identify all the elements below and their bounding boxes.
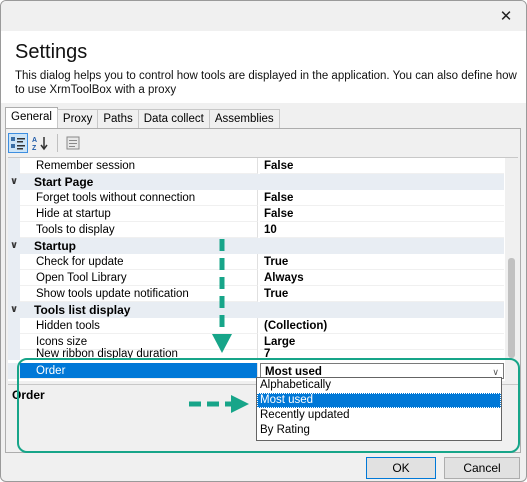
row-margin bbox=[8, 363, 20, 379]
property-name: Check for update bbox=[20, 254, 258, 270]
row-margin bbox=[8, 270, 20, 286]
title-bar: ✕ bbox=[1, 1, 526, 31]
property-row[interactable]: Open Tool Library Always bbox=[8, 270, 504, 286]
property-name: Hide at startup bbox=[20, 206, 258, 222]
property-row[interactable]: Forget tools without connection False bbox=[8, 190, 504, 206]
property-value[interactable]: False bbox=[260, 158, 504, 174]
property-pages-button[interactable] bbox=[63, 133, 83, 153]
property-value[interactable]: False bbox=[260, 206, 504, 222]
categorized-view-button[interactable] bbox=[8, 133, 28, 153]
categorized-view-icon bbox=[11, 137, 25, 150]
property-name: Open Tool Library bbox=[20, 270, 258, 286]
tab-proxy[interactable]: Proxy bbox=[56, 109, 99, 129]
alphabetical-sort-button[interactable]: A Z bbox=[31, 133, 51, 153]
property-value[interactable]: Always bbox=[260, 270, 504, 286]
grid-scrollbar[interactable] bbox=[505, 158, 518, 381]
property-value[interactable]: (Collection) bbox=[260, 318, 504, 334]
svg-text:Z: Z bbox=[32, 145, 37, 151]
dropdown-option-alphabetically[interactable]: Alphabetically bbox=[257, 378, 501, 393]
property-value[interactable]: False bbox=[260, 190, 504, 206]
row-margin: ∨ bbox=[8, 302, 20, 318]
row-margin: ∨ bbox=[8, 238, 20, 254]
property-row[interactable]: Hidden tools (Collection) bbox=[8, 318, 504, 334]
tab-paths[interactable]: Paths bbox=[97, 109, 139, 129]
sort-az-icon: A Z bbox=[32, 137, 48, 151]
category-start-page[interactable]: ∨ Start Page bbox=[8, 174, 504, 190]
property-row[interactable]: Tools to display 10 bbox=[8, 222, 504, 238]
chevron-down-icon[interactable]: ∨ bbox=[10, 302, 18, 318]
ok-button[interactable]: OK bbox=[366, 457, 436, 479]
scrollbar-thumb[interactable] bbox=[508, 258, 515, 358]
svg-text:A: A bbox=[32, 137, 37, 144]
dialog-header: Settings This dialog helps you to contro… bbox=[1, 31, 526, 103]
chevron-down-icon[interactable]: ∨ bbox=[10, 238, 18, 254]
settings-window: ✕ Settings This dialog helps you to cont… bbox=[0, 0, 527, 482]
property-row[interactable]: New ribbon display duration 7 bbox=[8, 348, 504, 360]
property-pages-icon bbox=[66, 136, 80, 150]
property-name: Forget tools without connection bbox=[20, 190, 258, 206]
tab-strip: General Proxy Paths Data collect Assembl… bbox=[5, 107, 280, 129]
cancel-button[interactable]: Cancel bbox=[444, 457, 520, 479]
row-margin bbox=[8, 158, 20, 174]
category-startup[interactable]: ∨ Startup bbox=[8, 238, 504, 254]
category-label: Tools list display bbox=[20, 302, 504, 318]
row-margin bbox=[8, 348, 20, 360]
dialog-description: This dialog helps you to control how too… bbox=[15, 70, 517, 96]
order-dropdown-list[interactable]: Alphabetically Most used Recently update… bbox=[256, 377, 502, 441]
property-row[interactable]: Hide at startup False bbox=[8, 206, 504, 222]
property-row[interactable]: Show tools update notification True bbox=[8, 286, 504, 302]
property-name: Hidden tools bbox=[20, 318, 258, 334]
dropdown-option-by-rating[interactable]: By Rating bbox=[257, 423, 501, 438]
row-margin: ∨ bbox=[8, 174, 20, 190]
category-tools-list-display[interactable]: ∨ Tools list display bbox=[8, 302, 504, 318]
tab-data-collect[interactable]: Data collect bbox=[137, 109, 210, 129]
property-grid: Remember session False ∨ Start Page Forg… bbox=[8, 157, 518, 381]
tab-general[interactable]: General bbox=[5, 107, 58, 129]
property-grid-toolbar: A Z bbox=[8, 132, 86, 154]
row-margin bbox=[8, 206, 20, 222]
property-value[interactable]: 10 bbox=[260, 222, 504, 238]
category-label: Startup bbox=[20, 238, 504, 254]
row-margin bbox=[8, 318, 20, 334]
category-label: Start Page bbox=[20, 174, 504, 190]
row-margin bbox=[8, 190, 20, 206]
page-title: Settings bbox=[15, 41, 88, 63]
toolbar-separator bbox=[57, 134, 58, 152]
row-margin bbox=[8, 286, 20, 302]
property-name: Show tools update notification bbox=[20, 286, 258, 302]
property-value[interactable]: 7 bbox=[260, 348, 504, 360]
property-name: Order bbox=[20, 363, 258, 379]
row-margin bbox=[8, 222, 20, 238]
close-icon[interactable]: ✕ bbox=[486, 1, 526, 31]
property-value[interactable]: True bbox=[260, 286, 504, 302]
dropdown-option-recently-updated[interactable]: Recently updated bbox=[257, 408, 501, 423]
property-value[interactable]: True bbox=[260, 254, 504, 270]
dropdown-option-most-used[interactable]: Most used bbox=[257, 393, 501, 408]
property-name: New ribbon display duration bbox=[20, 348, 258, 360]
help-title: Order bbox=[12, 388, 45, 402]
chevron-down-icon[interactable]: ∨ bbox=[10, 174, 18, 190]
property-row[interactable]: Check for update True bbox=[8, 254, 504, 270]
property-name: Remember session bbox=[20, 158, 258, 174]
property-name: Tools to display bbox=[20, 222, 258, 238]
property-row[interactable]: Remember session False bbox=[8, 158, 504, 174]
tab-assemblies[interactable]: Assemblies bbox=[208, 109, 280, 129]
row-margin bbox=[8, 254, 20, 270]
